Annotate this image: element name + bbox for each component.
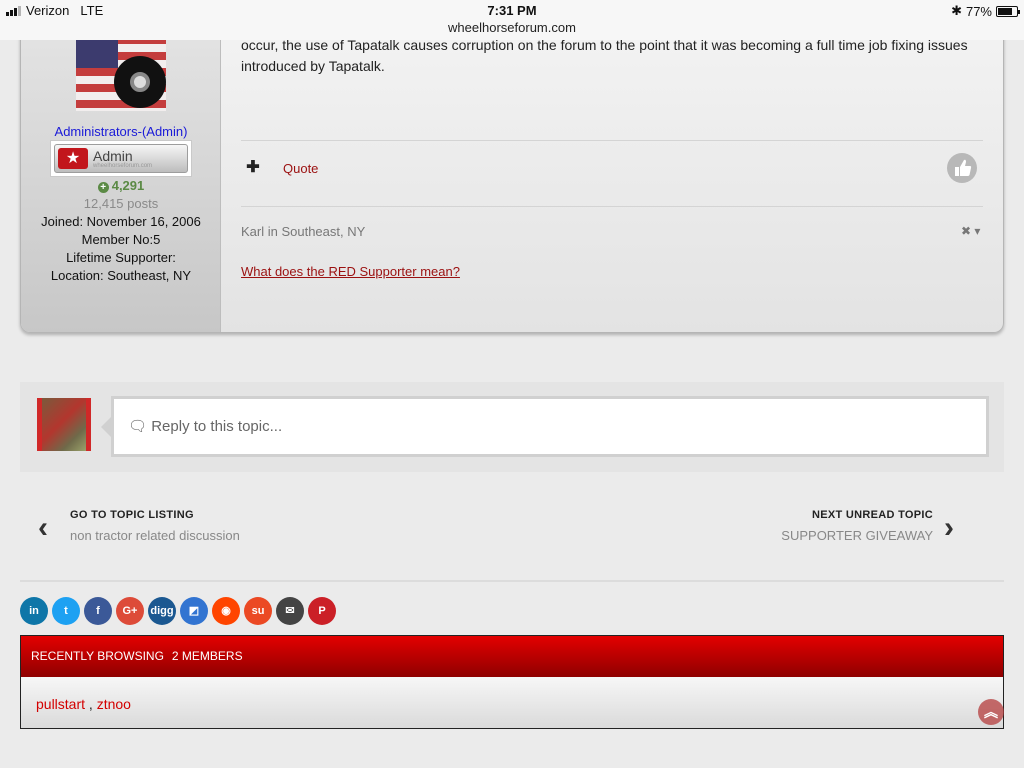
rank-badge-image: ★ Admin wheelhorseforum.com	[54, 144, 188, 173]
stumbleupon-icon[interactable]: su	[244, 597, 272, 625]
share-bar: in t f G+ digg ◩ ◉ su ✉ P	[20, 597, 336, 625]
author-member-no: Member No:5	[81, 232, 161, 247]
author-supporter: Lifetime Supporter:	[66, 250, 176, 265]
user-avatar[interactable]	[37, 398, 91, 451]
rank-badge-label: Admin	[93, 148, 133, 164]
quote-button[interactable]: Quote	[283, 161, 318, 176]
post-body-line: introduced by Tapatalk.	[241, 58, 385, 74]
prev-topic-sub: non tractor related discussion	[70, 528, 240, 543]
back-to-top-button[interactable]: ︽	[978, 699, 1004, 725]
status-right: ✱ 77%	[951, 3, 1020, 19]
signature: Karl in Southeast, NY	[241, 224, 366, 239]
member-link[interactable]: ztnoo	[97, 696, 131, 712]
divider	[241, 206, 983, 207]
reputation-plus-icon: +	[97, 182, 109, 193]
post: Administrators-(Admin) ★ Admin wheelhors…	[20, 20, 1004, 333]
author-role[interactable]: Administrators-(Admin)	[21, 124, 221, 139]
next-topic-title: NEXT UNREAD TOPIC	[811, 509, 933, 521]
recently-browsing-header: RECENTLY BROWSING 2 MEMBERS	[21, 636, 1003, 677]
address-bar[interactable]: wheelhorseforum.com	[0, 20, 1024, 35]
like-button[interactable]	[947, 153, 977, 183]
recently-browsing-count: 2 MEMBERS	[171, 649, 243, 663]
post-body: occur, the use of Tapatalk causes corrup…	[241, 35, 983, 77]
next-topic-link[interactable]: NEXT UNREAD TOPIC SUPPORTER GIVEAWAY	[781, 509, 933, 543]
rank-badge-site: wheelhorseforum.com	[93, 163, 153, 169]
facebook-icon[interactable]: f	[84, 597, 112, 625]
next-topic-sub: SUPPORTER GIVEAWAY	[781, 528, 933, 543]
chevron-left-icon[interactable]: ‹	[38, 511, 48, 545]
delicious-icon[interactable]: ◩	[180, 597, 208, 625]
multiquote-button[interactable]: ✚	[241, 153, 265, 183]
chevron-up-icon: ︽	[984, 704, 998, 720]
user-avatar-photo	[42, 398, 86, 451]
reply-placeholder: Reply to this topic...	[151, 418, 283, 435]
digg-icon[interactable]: digg	[148, 597, 176, 625]
battery-icon	[996, 5, 1020, 17]
recently-browsing: RECENTLY BROWSING 2 MEMBERS pullstart , z…	[20, 635, 1004, 729]
speech-bubble-icon: 🗨︎	[128, 418, 148, 435]
battery-percent: 77%	[965, 3, 992, 19]
author-location: Location: Southeast, NY	[50, 268, 192, 283]
chevron-right-icon[interactable]: ›	[944, 511, 954, 545]
reply-area: 🗨︎ Reply to this topic...	[20, 382, 1004, 472]
bluetooth-icon: ✱	[951, 3, 962, 18]
recently-browsing-list: pullstart , ztnoo	[21, 677, 1003, 728]
post-count: 12,415 posts	[83, 196, 159, 211]
status-bar: Verizon LTE 7:31 PM wheelhorseforum.com …	[0, 0, 1024, 40]
reply-input[interactable]: 🗨︎ Reply to this topic...	[111, 396, 989, 457]
email-icon[interactable]: ✉	[276, 597, 304, 625]
linkedin-icon[interactable]: in	[20, 597, 48, 625]
reddit-icon[interactable]: ◉	[212, 597, 240, 625]
author-panel: Administrators-(Admin) ★ Admin wheelhors…	[21, 20, 221, 332]
rank-badge: ★ Admin wheelhorseforum.com	[50, 140, 192, 177]
supporter-link[interactable]: What does the RED Supporter mean?	[241, 264, 460, 279]
hub-icon	[130, 72, 150, 92]
divider	[20, 580, 1004, 582]
prev-topic-link[interactable]: GO TO TOPIC LISTING non tractor related …	[70, 509, 240, 543]
reputation: +4,291	[21, 178, 221, 193]
divider	[241, 140, 983, 141]
signature-options[interactable]: ✖ ▾	[961, 224, 980, 238]
member-link[interactable]: pullstart	[36, 696, 85, 712]
twitter-icon[interactable]: t	[52, 597, 80, 625]
thumbs-up-icon	[955, 159, 972, 176]
pinterest-icon[interactable]: P	[308, 597, 336, 625]
chevron-down-icon[interactable]: ▾	[974, 224, 980, 238]
battery-fill	[998, 7, 1012, 15]
reputation-value: 4,291	[111, 178, 145, 193]
clock: 7:31 PM	[487, 3, 537, 18]
google-plus-icon[interactable]: G+	[116, 597, 144, 625]
close-icon[interactable]: ✖	[961, 224, 971, 238]
star-icon: ★	[58, 148, 88, 169]
prev-topic-title: GO TO TOPIC LISTING	[70, 509, 194, 521]
member-separator: ,	[85, 696, 97, 712]
author-joined: Joined: November 16, 2006	[41, 214, 201, 229]
recently-browsing-label: RECENTLY BROWSING	[31, 649, 164, 663]
